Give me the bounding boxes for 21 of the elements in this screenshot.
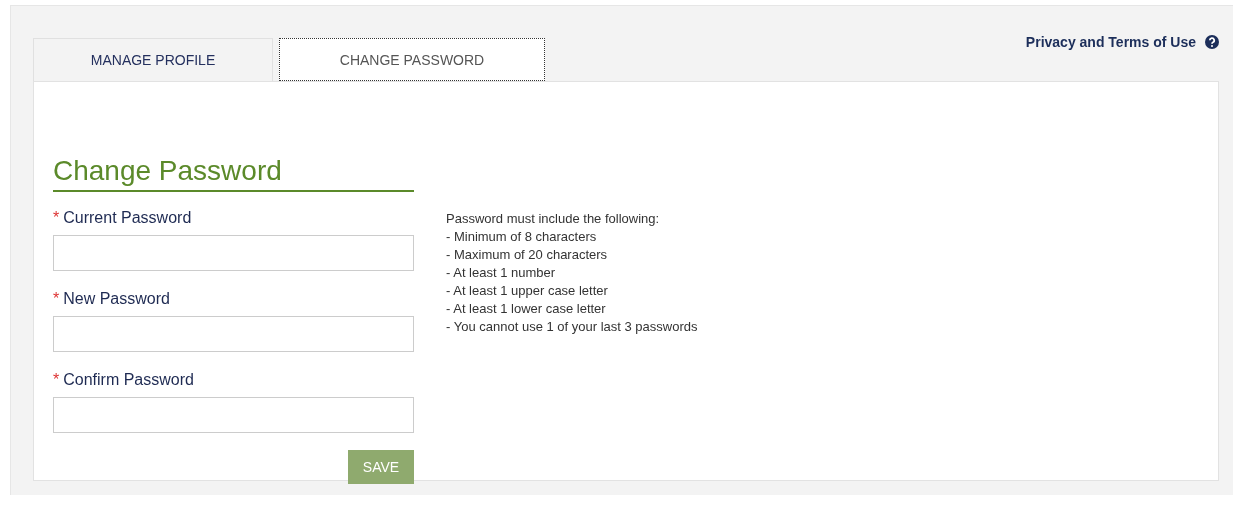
requirement-item: - At least 1 upper case letter	[446, 282, 609, 300]
requirement-item: - At least 1 lower case letter	[446, 300, 607, 318]
tab[interactable]: CHANGE PASSWORD	[279, 38, 545, 81]
section-title: Change Password	[53, 154, 414, 192]
required-marker: *	[53, 290, 60, 308]
requirement-item: - Minimum of 8 characters	[446, 228, 598, 246]
requirement-item: - Maximum of 20 characters	[446, 246, 609, 264]
requirement-item: - At least 1 number	[446, 264, 557, 282]
required-marker: *	[53, 209, 60, 227]
input-field[interactable]	[53, 316, 414, 352]
requirements-heading: Password must include the following:	[446, 210, 661, 228]
privacy-terms-link[interactable]: Privacy and Terms of Use	[1025, 34, 1196, 50]
help-icon[interactable]	[1205, 35, 1219, 49]
input-field[interactable]	[53, 235, 414, 271]
tab[interactable]: MANAGE PROFILE	[33, 38, 273, 81]
required-marker: *	[53, 371, 60, 389]
field-label: Current Password	[63, 209, 192, 227]
input-field[interactable]	[53, 397, 414, 433]
requirement-item: - You cannot use 1 of your last 3 passwords	[446, 318, 698, 336]
field-label: New Password	[63, 290, 170, 308]
field-label: Confirm Password	[63, 371, 194, 389]
